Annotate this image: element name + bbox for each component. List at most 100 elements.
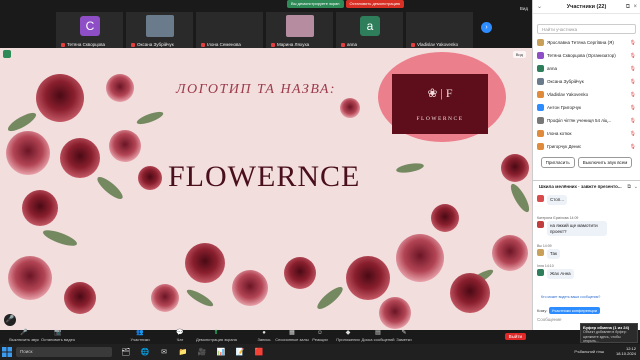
tile-name: Vladislav Yakovenko: [411, 42, 458, 47]
popout-icon[interactable]: ⧉: [626, 0, 630, 14]
slide-brand-name: FLOWERNCE: [168, 160, 361, 193]
participant-tiles: C Тетяна Скворцова Оксана Зубрійчук Ілона С…: [56, 12, 473, 48]
collapse-icon[interactable]: ⌄: [537, 0, 542, 14]
muted-mic-icon: [411, 42, 415, 47]
avatar: [537, 221, 544, 228]
taskbar-app-icon[interactable]: 📝: [232, 346, 248, 358]
participant-name: Ілона котюк: [547, 131, 572, 136]
participant-row[interactable]: Григорчук Денис 🎙: [533, 140, 640, 153]
avatar: [537, 52, 544, 59]
chat-message-input[interactable]: Сообщение: [537, 317, 562, 322]
taskbar-app-icon[interactable]: 🟥: [251, 346, 267, 358]
participant-tile[interactable]: C Тетяна Скворцова: [56, 12, 123, 48]
participant-tile[interactable]: Ілона Семенова: [196, 12, 263, 48]
muted-mic-icon: [271, 42, 275, 47]
muted-mic-icon: [61, 42, 65, 47]
participant-row[interactable]: Тетяна Скворцова (Организатор) 🎙: [533, 49, 640, 62]
chat-messages: Стоп... Катерина Єрмілова 14:09 на яжкий щ…: [533, 192, 640, 302]
windows-start-icon[interactable]: [2, 347, 12, 357]
participant-row[interactable]: Vladislav Yakovenko 🎙: [533, 88, 640, 101]
taskbar-search-input[interactable]: Поиск: [16, 347, 112, 357]
participant-row[interactable]: Оксана Зубрійчук 🎙: [533, 75, 640, 88]
avatar: [537, 249, 544, 256]
clipboard-notification[interactable]: Буфер обмена (1 из 24) Объект добавлен в…: [580, 323, 638, 343]
notification-body: Объект добавлен в буфер: щелкните здесь,…: [583, 330, 627, 343]
sharing-status: Вы демонстрируете экран: [287, 0, 344, 8]
taskbar-app-icon[interactable]: 🌐: [137, 346, 153, 358]
participant-row[interactable]: Профіл чіп'ян учениця 54 ліц... 🎙: [533, 114, 640, 127]
control-icon: 📷: [54, 330, 62, 336]
participant-tile[interactable]: Vladislav Yakovenko: [406, 12, 473, 48]
tile-name-text: Ілона Семенова: [207, 42, 241, 47]
chat-text: Так: [547, 249, 561, 259]
participant-tile[interactable]: Оксана Зубрійчук: [126, 12, 193, 48]
avatar: [537, 91, 544, 98]
control-button[interactable]: 📷 Остановить видео: [38, 330, 78, 342]
slide-view-chip[interactable]: Вид: [512, 51, 526, 58]
logo: ❀ | F FLOWERNCE: [392, 74, 488, 134]
muted-mic-icon: [131, 42, 135, 47]
participant-name: Профіл чіп'ян учениця 54 ліц...: [547, 118, 612, 123]
taskbar-app-icon[interactable]: 🎥: [194, 346, 210, 358]
muted-status-icon: 🎙: [629, 78, 636, 85]
participant-row[interactable]: Ярославна Тетяна Сергіївна (Я) 🎙: [533, 36, 640, 49]
stop-share-button[interactable]: Остановить демонстрацию: [345, 0, 404, 8]
leave-button[interactable]: Выйти: [504, 333, 526, 340]
tile-name-text: Тетяна Скворцова: [67, 42, 106, 47]
muted-mic-icon: [201, 42, 205, 47]
mute-all-button[interactable]: Выключить звук всем: [577, 157, 633, 168]
chat-recipient: Кому: Участники конференции: [537, 307, 600, 314]
participant-tile[interactable]: Марина Ляхуха: [266, 12, 333, 48]
control-button[interactable]: ⬆ Демонстрация экрана: [196, 330, 237, 342]
tile-name-text: Vladislav Yakovenko: [417, 42, 459, 47]
taskbar-app-icon[interactable]: 📊: [213, 346, 229, 358]
shared-slide: Вид ❀ | F FLOWERNCE ЛОГОТИП ТА НАЗВА: FL…: [0, 48, 532, 330]
control-button[interactable]: ✎ Заметки: [384, 330, 424, 342]
control-button[interactable]: 👥 Участники: [120, 330, 160, 342]
participant-name: Оксана Зубрійчук: [547, 79, 584, 84]
participants-title: Участники (22): [566, 4, 607, 10]
taskbar-app-icon[interactable]: 📁: [175, 346, 191, 358]
control-icon: ✎: [401, 330, 407, 336]
muted-status-icon: 🎙: [629, 104, 636, 111]
tray-label: Ръбальний гінш: [574, 349, 604, 354]
participant-row[interactable]: Ілона котюк 🎙: [533, 127, 640, 140]
next-page-arrow-icon[interactable]: ›: [481, 22, 492, 33]
taskbar-app-icon[interactable]: ✉: [156, 346, 172, 358]
participant-actions: Пригласить Выключить звук всем: [533, 157, 640, 168]
avatar: [537, 130, 544, 137]
profile-photo: [286, 15, 314, 37]
participant-tile[interactable]: a anna: [336, 12, 403, 48]
chat-sender: Вы 14:09: [537, 244, 552, 248]
participant-row[interactable]: anna 🎙: [533, 62, 640, 75]
clock-date: 18.10.2024: [615, 351, 636, 356]
close-icon[interactable]: ×: [633, 0, 637, 14]
participants-panel: ⌄ Участники (22) ⧉ × Найти участника Яро…: [532, 0, 640, 330]
tile-name: Ілона Семенова: [201, 42, 241, 47]
view-button[interactable]: Вид: [520, 6, 528, 11]
meeting-controls: Выйти 🎤 Выключить звук 📷 Остановить видео 👥 У…: [0, 330, 532, 344]
chat-text: Жах Анна: [547, 269, 574, 279]
chat-bubble: на яжкий ще мамотити проект?: [537, 221, 607, 236]
chat-message: Катерина Єрмілова 14:09 на яжкий ще мамот…: [537, 216, 607, 236]
muted-status-icon: 🎙: [629, 52, 636, 59]
invite-button[interactable]: Пригласить: [540, 157, 575, 168]
control-button[interactable]: 💬 Чат: [160, 330, 200, 342]
muted-status-icon: 🎙: [629, 130, 636, 137]
profile-photo: [146, 15, 174, 37]
taskbar-app-icon[interactable]: 🗂: [118, 346, 134, 358]
gallery-strip: Вы демонстрируете экран Остановить демон…: [0, 0, 532, 48]
chat-recipient-select[interactable]: Участники конференции: [548, 307, 600, 314]
muted-status-icon: 🎙: [629, 91, 636, 98]
control-label: Остановить видео: [40, 337, 76, 342]
avatar: [537, 65, 544, 72]
tile-name: Марина Ляхуха: [271, 42, 309, 47]
participant-row[interactable]: Антон Григорчук 🎙: [533, 101, 640, 114]
avatar: [537, 143, 544, 150]
system-clock[interactable]: 12:12 18.10.2024: [616, 346, 636, 356]
participant-name: Тетяна Скворцова (Организатор): [547, 53, 616, 58]
sharing-bar: Вы демонстрируете экран Остановить демон…: [287, 0, 404, 8]
chat-privacy-notice[interactable]: Кто может видеть ваши сообщения?: [541, 295, 600, 299]
participant-search-input[interactable]: Найти участника: [537, 24, 636, 34]
chat-message: Стоп...: [537, 194, 567, 205]
